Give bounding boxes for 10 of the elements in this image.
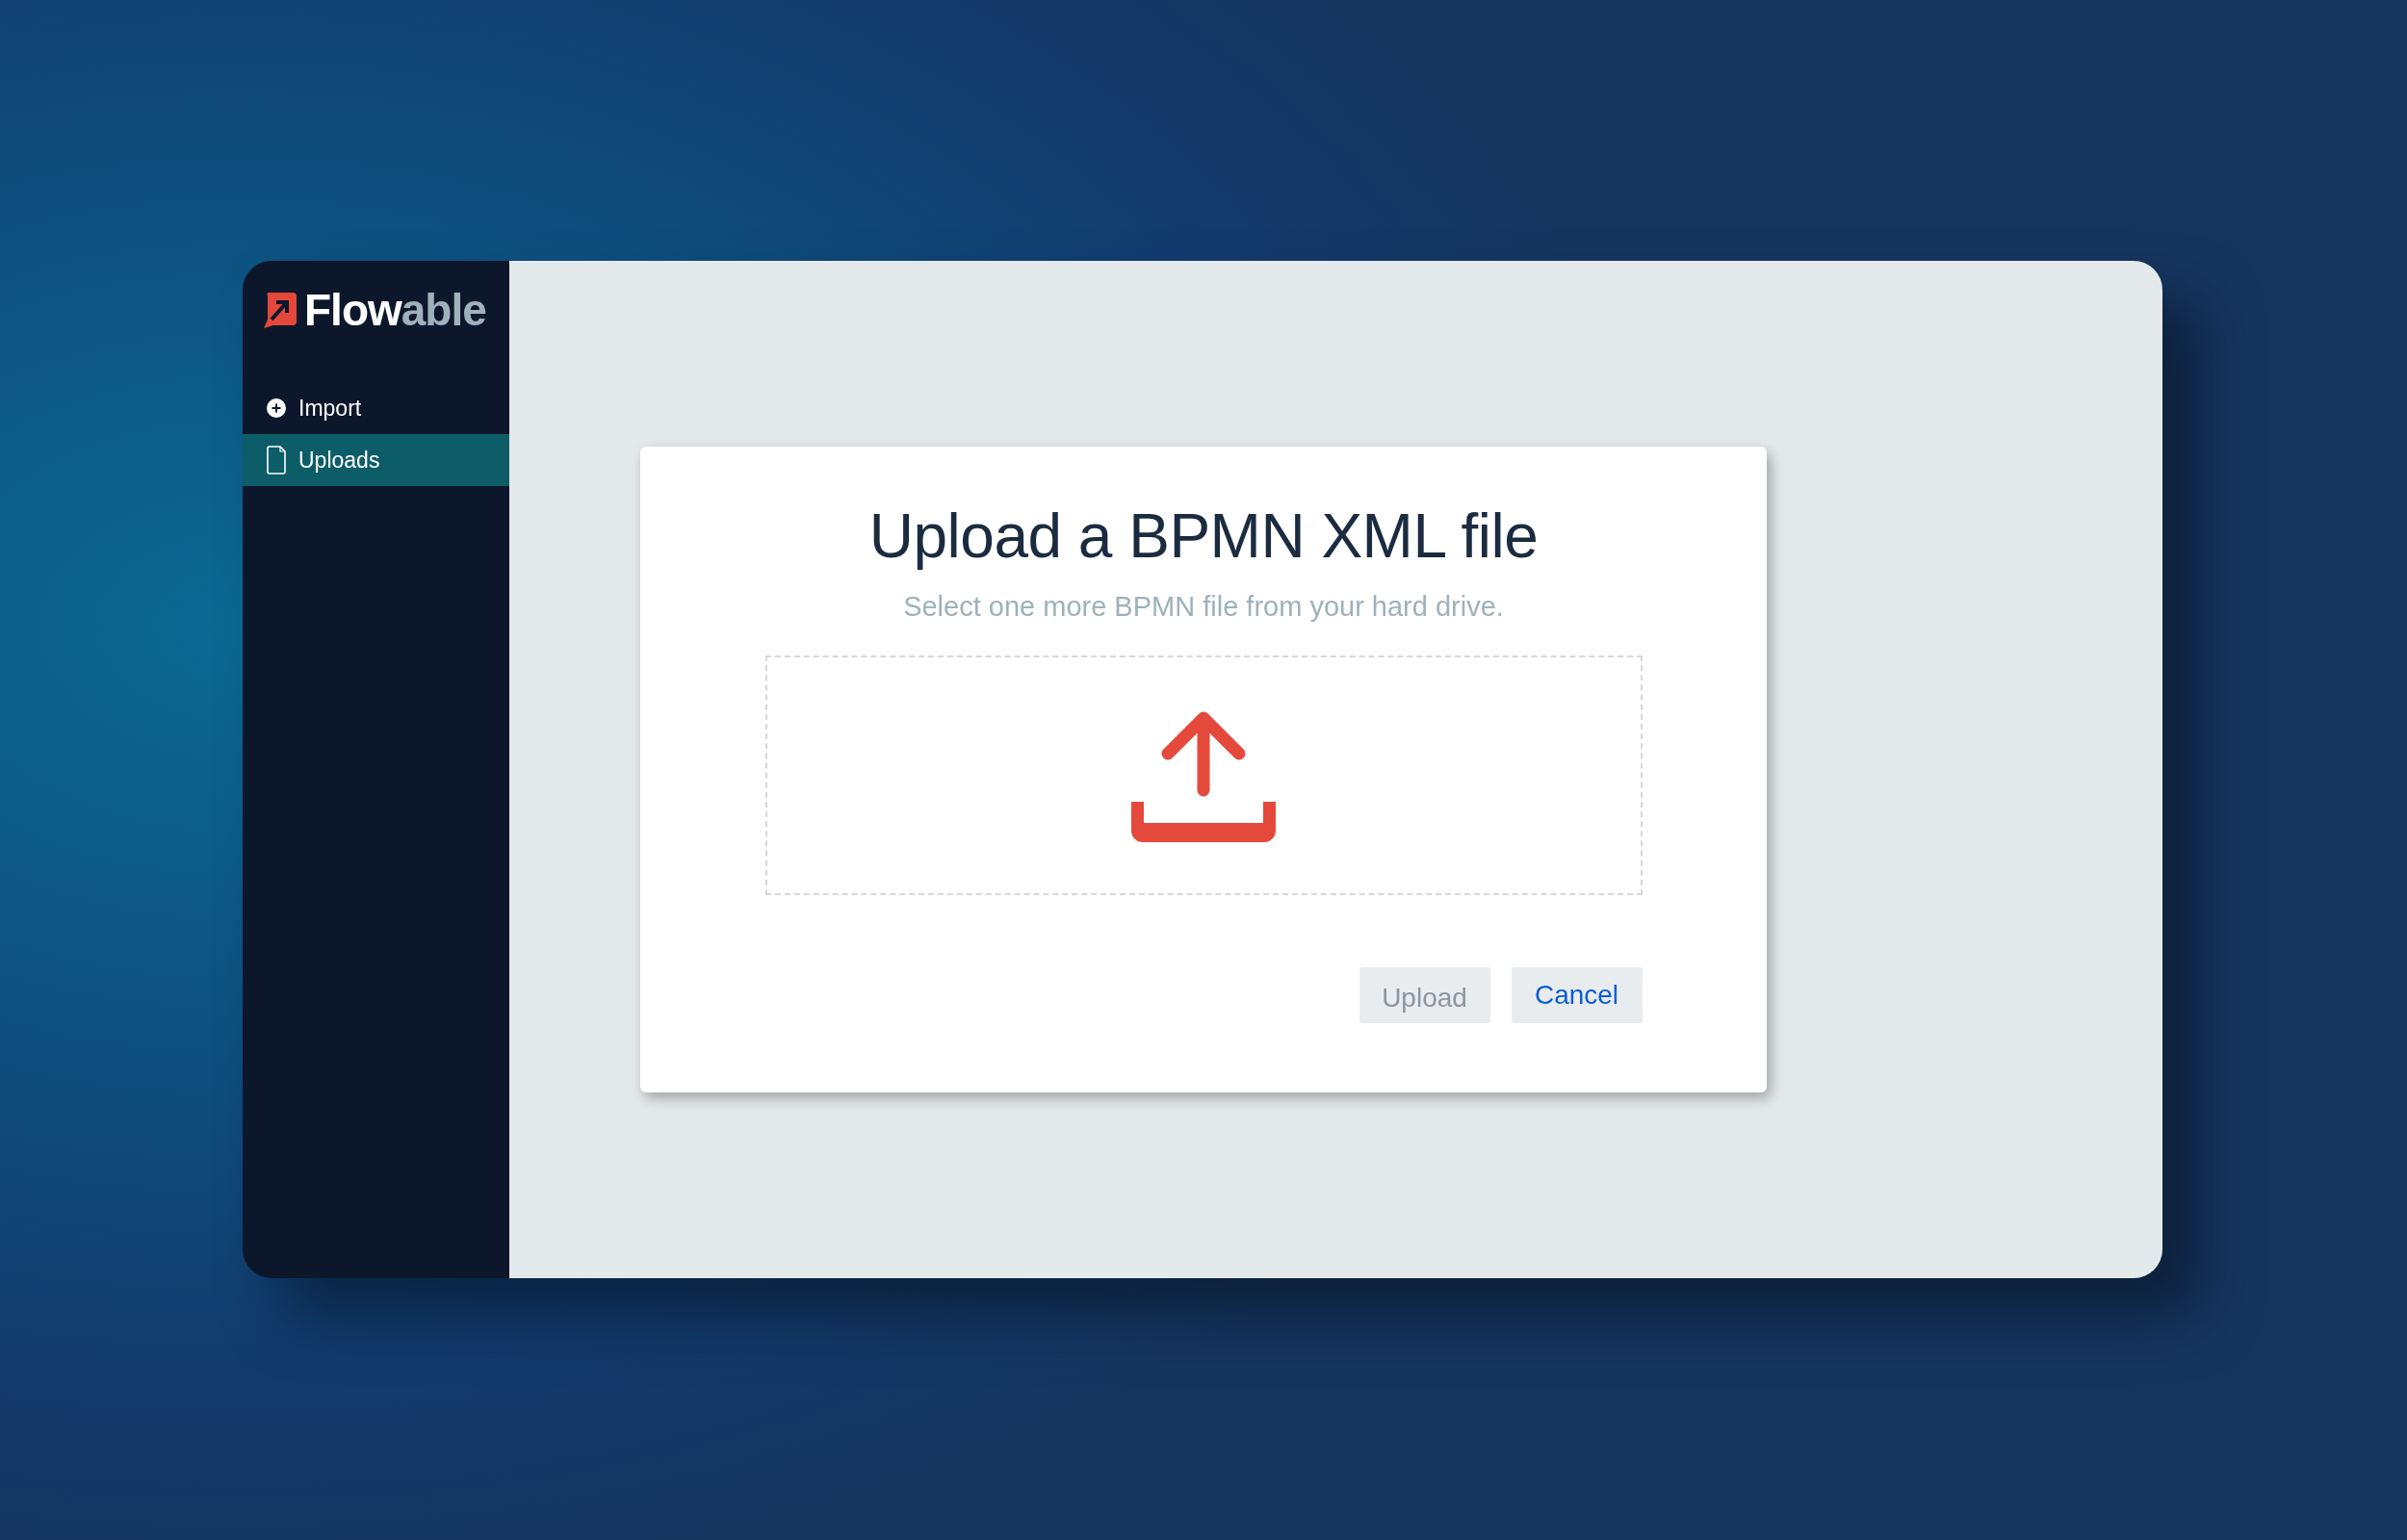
drop-zone[interactable]	[764, 655, 1643, 896]
cancel-button[interactable]: Cancel	[1511, 967, 1643, 1024]
logo-icon	[262, 291, 298, 329]
sidebar-item[interactable]: Import	[243, 382, 509, 434]
dialog-subtitle: Select one more BPMN file from your hard drive.	[903, 591, 1504, 624]
dialog-title: Upload a BPMN XML file	[868, 502, 1539, 571]
plus-circle-icon	[266, 398, 287, 419]
sidebar-item[interactable]: Uploads	[243, 434, 509, 486]
logo-wordmark: Flowable	[304, 288, 486, 332]
file-icon	[266, 446, 287, 475]
